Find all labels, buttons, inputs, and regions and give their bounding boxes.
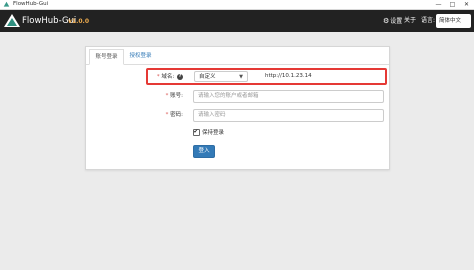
password-input[interactable]: 请输入密码	[193, 109, 384, 122]
language-label: 语言:	[421, 17, 436, 24]
domain-mode-value: 自定义	[199, 74, 216, 80]
password-placeholder: 请输入密码	[198, 112, 226, 118]
domain-mode-select[interactable]: 自定义 ▼	[194, 71, 248, 82]
settings-label: 设置	[390, 18, 403, 25]
close-button[interactable]: ✕	[460, 0, 473, 9]
tab-authorized-login[interactable]: 授权登录	[125, 49, 156, 64]
required-mark: *	[156, 74, 160, 80]
keep-login-checkbox[interactable]	[193, 128, 200, 137]
account-input[interactable]: 请输入您的账户或者邮箱	[193, 90, 384, 103]
flowhub-logo-icon	[4, 14, 20, 27]
settings-menu[interactable]: ⚙设置	[383, 16, 402, 26]
domain-url-value: http://10.1.23.14	[265, 73, 312, 79]
about-menu[interactable]: 关于	[404, 16, 416, 26]
app-logo-icon	[3, 1, 10, 7]
password-label: * 密码:	[148, 110, 183, 120]
login-button[interactable]: 登入	[193, 145, 215, 158]
account-label: * 账号:	[148, 91, 183, 101]
password-label-text: 密码:	[170, 112, 183, 118]
domain-label-text: 域名:	[161, 74, 175, 80]
required-mark: *	[165, 112, 169, 118]
minimize-button[interactable]: —	[432, 0, 445, 9]
keep-login-label: 保持登录	[202, 130, 225, 136]
version-badge: v1.0.0	[68, 18, 89, 25]
keep-login-option[interactable]: 保持登录	[193, 128, 225, 138]
domain-label: * 域名: ?	[148, 72, 183, 82]
window-titlebar: FlowHub-Gui — □ ✕	[0, 0, 474, 10]
domain-url-input[interactable]: http://10.1.23.14	[261, 71, 381, 82]
login-tabs: 账号登录 授权登录	[86, 47, 389, 65]
top-navbar: FlowHub-Gui v1.0.0 ⚙设置 关于 语言: 简体中文	[0, 10, 474, 32]
chevron-down-icon: ▼	[239, 74, 243, 80]
window-title: FlowHub-Gui	[13, 1, 49, 7]
account-placeholder: 请输入您的账户或者邮箱	[198, 93, 259, 99]
maximize-button[interactable]: □	[446, 0, 459, 9]
gear-icon: ⚙	[383, 17, 390, 25]
tab-account-login[interactable]: 账号登录	[89, 49, 124, 65]
language-select[interactable]: 简体中文	[436, 14, 471, 28]
required-mark: *	[165, 93, 169, 99]
account-label-text: 账号:	[170, 93, 183, 99]
help-icon[interactable]: ?	[177, 73, 183, 80]
login-panel: 账号登录 授权登录 * 域名: ? 自定义 ▼ http://10.1.23.1…	[85, 46, 390, 170]
